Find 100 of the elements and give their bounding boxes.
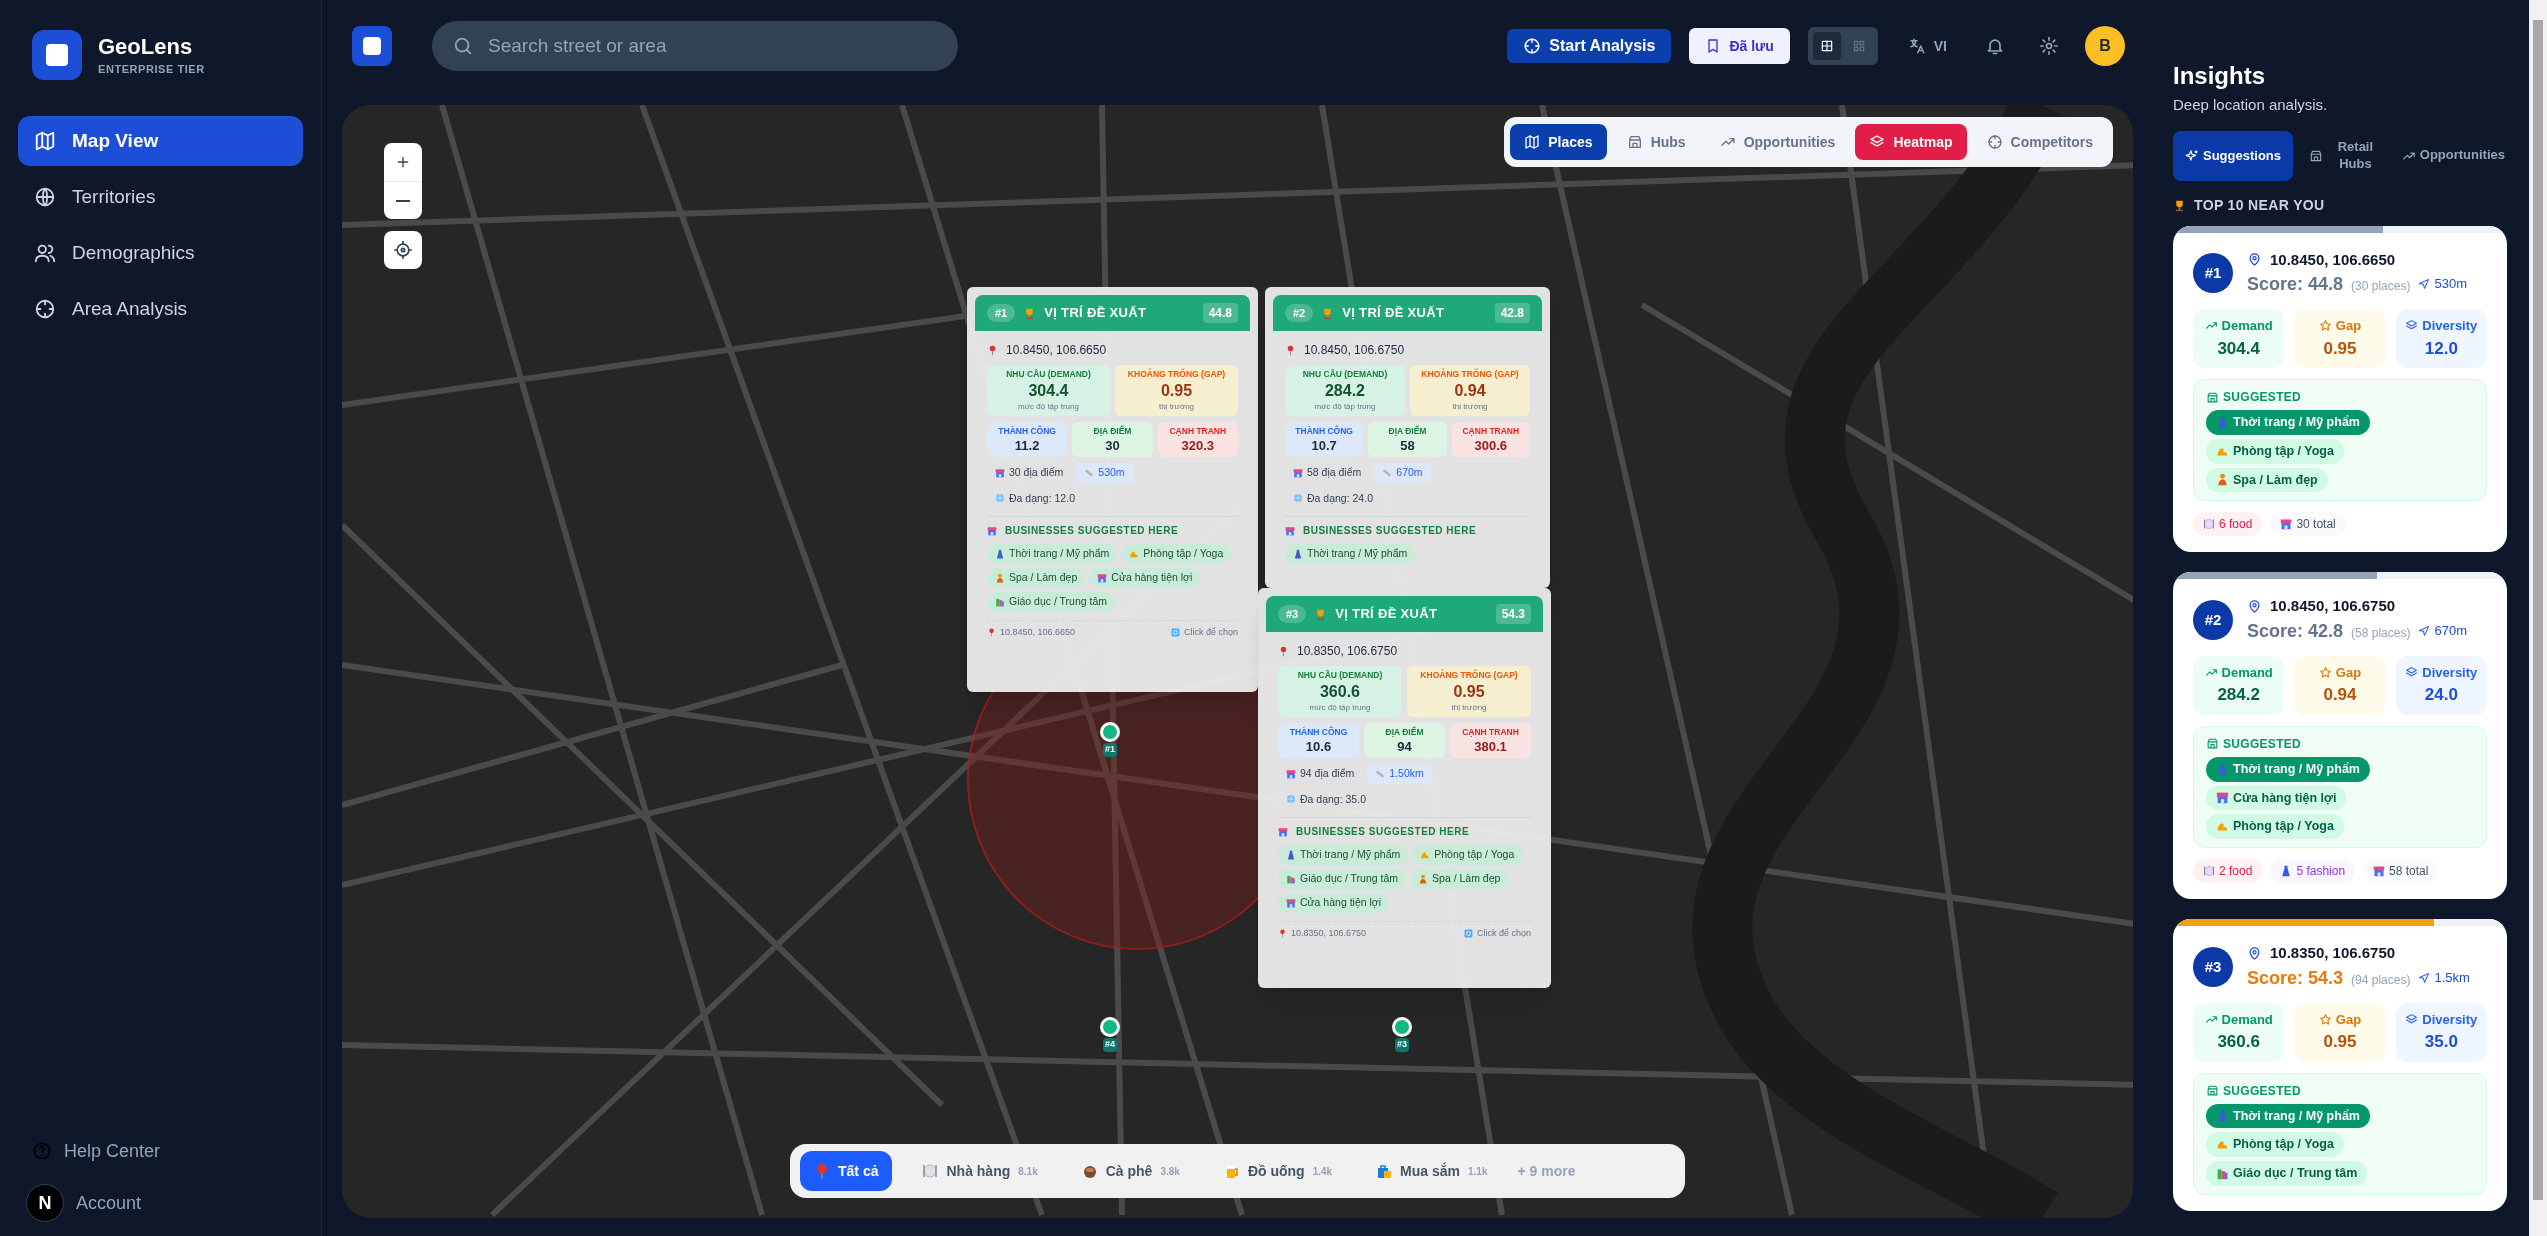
view-toggle-button[interactable] (1812, 32, 1841, 60)
business-chip: Spa / Làm đẹp (987, 568, 1086, 588)
places-count: (58 places) (2351, 624, 2411, 642)
locate-icon (393, 240, 413, 260)
shop-icon (1286, 768, 1296, 779)
score-label: 42.8 (1494, 303, 1530, 323)
score-text: Score: 42.8 (2247, 619, 2344, 643)
shopping-bag-icon (1376, 1163, 1393, 1179)
pin-icon (814, 1163, 830, 1179)
store-icon (1626, 134, 1643, 150)
person-icon (2216, 473, 2229, 487)
settings-icon (2039, 36, 2059, 56)
locate-button[interactable] (384, 231, 422, 269)
location-card[interactable]: #2 10.8450, 106.6750 Score: 42.8 (58 places) 670m Demand 284.2 Gap 0.94 Diversity 24.0 SUGGESTED Thời trang / Mỹ phẩm Cửa hàng tiện lợi Phòng tập / Yoga 2 food 5 fashion 58 total (2173, 572, 2507, 899)
person-icon (1418, 873, 1429, 884)
metric-card: Diversity 24.0 (2395, 655, 2487, 715)
layer-toggle[interactable]: Hubs (1612, 124, 1700, 160)
pin-icon (987, 344, 998, 356)
navigation-icon (2418, 971, 2431, 984)
language-button[interactable]: VI (1895, 35, 1959, 57)
layers-icon (2405, 666, 2419, 679)
rank-label: #2 (1285, 303, 1314, 323)
business-chip: Thời trang / Mỹ phẩm (987, 544, 1118, 564)
places-count: (30 places) (2351, 278, 2411, 295)
popup-title: VỊ TRÍ ĐỀ XUẤT (1342, 304, 1446, 323)
shop-icon (2373, 865, 2386, 877)
trending-up-icon (2204, 666, 2218, 679)
arm-icon (1129, 549, 1140, 560)
category-chip[interactable]: Mua sắm 1.1k (1362, 1151, 1502, 1191)
suggestion-chip: Phòng tập / Yoga (2206, 1132, 2344, 1157)
suggestion-chip: Giáo dục / Trung tâm (2206, 1161, 2368, 1186)
metric-card: Diversity 35.0 (2395, 1002, 2487, 1062)
suggested-label: SUGGESTED (2223, 1082, 2302, 1100)
dress-icon (995, 549, 1005, 560)
score-text: Score: 44.8 (2247, 273, 2344, 296)
tier-label: ENTERPRISE TIER (98, 61, 205, 77)
pin-icon (987, 627, 996, 637)
shop-icon (995, 467, 1005, 478)
select-link[interactable]: Click để chọn (1463, 926, 1531, 940)
search-field[interactable]: Search street or area (432, 21, 958, 71)
globe-icon (1286, 794, 1296, 805)
scrollbar[interactable] (2529, 0, 2547, 1236)
globe-icon (995, 493, 1005, 504)
nav-item[interactable]: Area Analysis (18, 284, 303, 334)
panel-tab[interactable]: Retail Hubs (2307, 130, 2386, 181)
layer-toggle[interactable]: Heatmap (1855, 124, 1967, 160)
panel-tab[interactable]: Suggestions (2173, 130, 2293, 181)
help-icon (32, 1141, 52, 1161)
nav-item[interactable]: Territories (18, 172, 303, 222)
rank-label: #3 (1278, 604, 1307, 624)
suggestion-chip: Phòng tập / Yoga (2206, 814, 2344, 839)
footer-link[interactable]: Help Center (64, 1137, 161, 1165)
nav-item[interactable]: Demographics (18, 228, 303, 278)
nav-item[interactable]: Map View (18, 116, 303, 166)
location-card[interactable]: #3 10.8350, 106.6750 Score: 54.3 (94 places) 1.5km Demand 360.6 Gap 0.95 Diversity 35.0 SUGGESTED Thời trang / Mỹ phẩm Phòng tập / Yoga Giáo dục / Trung tâm (2173, 919, 2507, 1211)
business-chip: Thời trang / Mỹ phẩm (1278, 845, 1409, 865)
section-title: BUSINESSES SUGGESTED HERE (1303, 524, 1477, 539)
category-chip[interactable]: Đồ uống 1.4k (1209, 1151, 1347, 1191)
coordinates: 10.8350, 106.6750 (2270, 943, 2396, 963)
layer-toggle[interactable]: Competitors (1972, 124, 2107, 160)
start-analysis-button[interactable]: Start Analysis (1507, 29, 1672, 63)
metric-card: NHU CẦU (DEMAND) 304.4 mức độ tập trung (987, 365, 1110, 416)
footer-link[interactable]: Account (76, 1189, 142, 1217)
metric-card: NHU CẦU (DEMAND) 360.6 mức độ tập trung (1278, 666, 1402, 717)
dress-icon (2280, 865, 2293, 877)
user-avatar[interactable]: B (2085, 26, 2125, 66)
grid-icon (1819, 39, 1834, 53)
popup-title: VỊ TRÍ ĐỀ XUẤT (1044, 304, 1148, 323)
shop-icon (2216, 791, 2229, 805)
category-chip[interactable]: Cà phê 3.8k (1067, 1151, 1194, 1191)
category-chip[interactable]: Tất cả (800, 1151, 893, 1191)
panel-tab[interactable]: Opportunities (2399, 130, 2507, 181)
search-icon (452, 35, 474, 57)
arm-icon (2216, 1138, 2229, 1152)
metric-card: KHOẢNG TRỐNG (GAP) 0.94 thị trường (1410, 365, 1530, 416)
footer-coordinates: 10.8450, 106.6650 (987, 625, 1076, 639)
layer-toggle[interactable]: Opportunities (1705, 124, 1850, 160)
metric-card: Diversity 12.0 (2395, 309, 2487, 368)
dev-badge[interactable]: N (26, 1184, 64, 1222)
suggestion-chip: Thời trang / Mỹ phẩm (2206, 1103, 2370, 1129)
suggested-label: SUGGESTED (2223, 389, 2302, 406)
score-label: 44.8 (1202, 303, 1238, 323)
layer-toggle[interactable]: Places (1510, 124, 1607, 160)
brand-name: GeoLens (98, 33, 194, 61)
crosshair-icon (34, 298, 56, 320)
category-chip[interactable]: Nhà hàng 8.1k (908, 1151, 1052, 1191)
location-card[interactable]: #1 10.8450, 106.6650 Score: 44.8 (30 places) 530m Demand 304.4 Gap 0.95 Diversity 12.0 SUGGESTED Thời trang / Mỹ phẩm Phòng tập / Yoga Spa / Làm đẹp 6 food 30 total (2173, 225, 2507, 553)
store-icon (2309, 148, 2323, 163)
app-logo-icon[interactable] (352, 26, 392, 66)
business-chip: Phòng tập / Yoga (1121, 544, 1232, 564)
metric-card: THÀNH CÔNG 10.7 (1285, 421, 1364, 457)
saved-button[interactable]: Đã lưu (1689, 28, 1790, 64)
distance-label: 1.50km (1367, 763, 1432, 784)
map-area[interactable] (342, 105, 2133, 1218)
metric-card: CẠNH TRANH 300.6 (1451, 421, 1530, 457)
pin-icon (1278, 928, 1287, 938)
select-link[interactable]: Click để chọn (1170, 625, 1238, 639)
dress-icon (1293, 549, 1303, 560)
distance-label: 530m (2434, 275, 2467, 294)
cup-icon (1081, 1163, 1098, 1179)
